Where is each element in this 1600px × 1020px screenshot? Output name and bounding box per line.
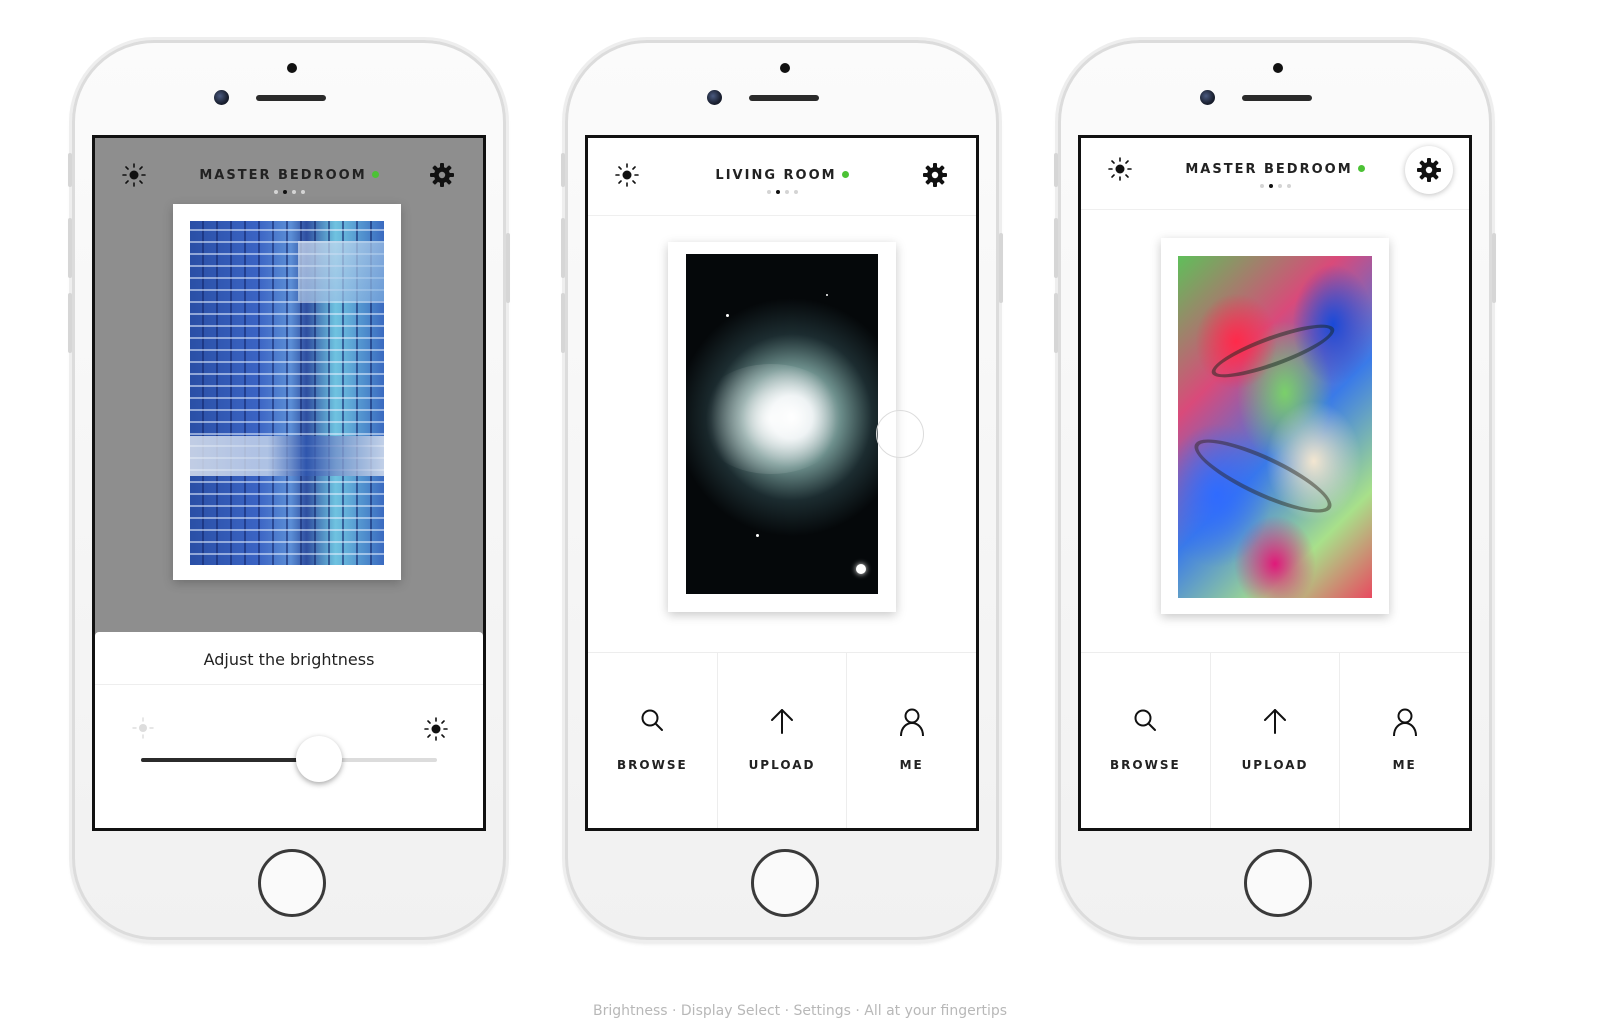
artwork-image	[1178, 256, 1372, 598]
proximity-sensor	[287, 63, 297, 73]
nav-label: UPLOAD	[1241, 758, 1309, 772]
swipe-handle[interactable]	[876, 410, 924, 458]
brightness-sheet: Adjust the brightness	[95, 632, 483, 828]
front-camera	[214, 90, 229, 105]
room-selector[interactable]: MASTER BEDROOM	[95, 164, 483, 194]
phone-living-room: LIVING ROOM BROWSE UPLOAD ME	[561, 40, 1003, 940]
phone-settings: MASTER BEDROOM BROWSE UPLOAD ME	[1054, 40, 1496, 940]
screen: LIVING ROOM BROWSE UPLOAD ME	[585, 135, 979, 831]
header: MASTER BEDROOM	[1081, 138, 1469, 210]
user-icon	[899, 708, 924, 737]
slider-thumb[interactable]	[295, 736, 342, 782]
header: LIVING ROOM	[588, 138, 976, 216]
bottom-nav: BROWSE UPLOAD ME	[588, 652, 976, 828]
settings-button[interactable]	[1405, 146, 1453, 194]
gear-icon[interactable]	[922, 162, 948, 188]
sheet-title: Adjust the brightness	[203, 650, 375, 669]
gear-icon	[1417, 158, 1441, 182]
earpiece-speaker	[1242, 95, 1312, 101]
sun-icon	[424, 717, 448, 741]
nav-me[interactable]: ME	[1340, 653, 1469, 828]
page-dots	[95, 190, 483, 194]
search-icon	[641, 709, 664, 731]
room-title: MASTER BEDROOM	[199, 168, 367, 183]
nav-upload[interactable]: UPLOAD	[718, 653, 848, 828]
proximity-sensor	[780, 63, 790, 73]
mockup-stage: MASTER BEDROOM Adjust the brightness LIV…	[0, 0, 1600, 1020]
nav-browse[interactable]: BROWSE	[1081, 653, 1211, 828]
bottom-nav: BROWSE UPLOAD ME	[1081, 652, 1469, 828]
room-title: LIVING ROOM	[715, 168, 837, 183]
nav-label: UPLOAD	[748, 758, 816, 772]
sun-dim-icon	[132, 717, 154, 739]
live-status-dot	[371, 171, 379, 178]
nav-label: ME	[1392, 758, 1417, 772]
upload-arrow-icon	[771, 709, 793, 734]
screen: MASTER BEDROOM	[1078, 135, 1472, 831]
brightness-slider[interactable]	[141, 736, 437, 782]
live-status-dot	[841, 171, 849, 178]
home-button[interactable]	[751, 849, 819, 917]
nav-label: BROWSE	[1110, 758, 1181, 772]
screen: MASTER BEDROOM	[92, 135, 486, 831]
artwork-image	[686, 254, 878, 594]
phone-brightness: MASTER BEDROOM Adjust the brightness	[68, 40, 510, 940]
nav-browse[interactable]: BROWSE	[588, 653, 718, 828]
nav-me[interactable]: ME	[847, 653, 976, 828]
room-title: MASTER BEDROOM	[1185, 162, 1353, 177]
artwork-card[interactable]	[1161, 238, 1389, 614]
home-button[interactable]	[258, 849, 326, 917]
search-icon	[1134, 709, 1157, 731]
front-camera	[1200, 90, 1215, 105]
gear-icon[interactable]	[429, 162, 455, 188]
nav-label: BROWSE	[617, 758, 688, 772]
nav-label: ME	[899, 758, 924, 772]
page-dots	[588, 190, 976, 194]
artwork-image	[190, 221, 384, 565]
user-icon	[1392, 708, 1417, 737]
earpiece-speaker	[749, 95, 819, 101]
front-camera	[707, 90, 722, 105]
proximity-sensor	[1273, 63, 1283, 73]
caption: Brightness · Display Select · Settings ·…	[592, 1003, 1008, 1019]
artwork-card[interactable]	[668, 242, 896, 612]
upload-arrow-icon	[1264, 709, 1286, 734]
live-status-dot	[1357, 165, 1365, 172]
earpiece-speaker	[256, 95, 326, 101]
artwork-card[interactable]	[173, 204, 401, 580]
slider-fill	[141, 758, 319, 762]
nav-upload[interactable]: UPLOAD	[1211, 653, 1341, 828]
room-selector[interactable]: LIVING ROOM	[588, 164, 976, 194]
home-button[interactable]	[1244, 849, 1312, 917]
